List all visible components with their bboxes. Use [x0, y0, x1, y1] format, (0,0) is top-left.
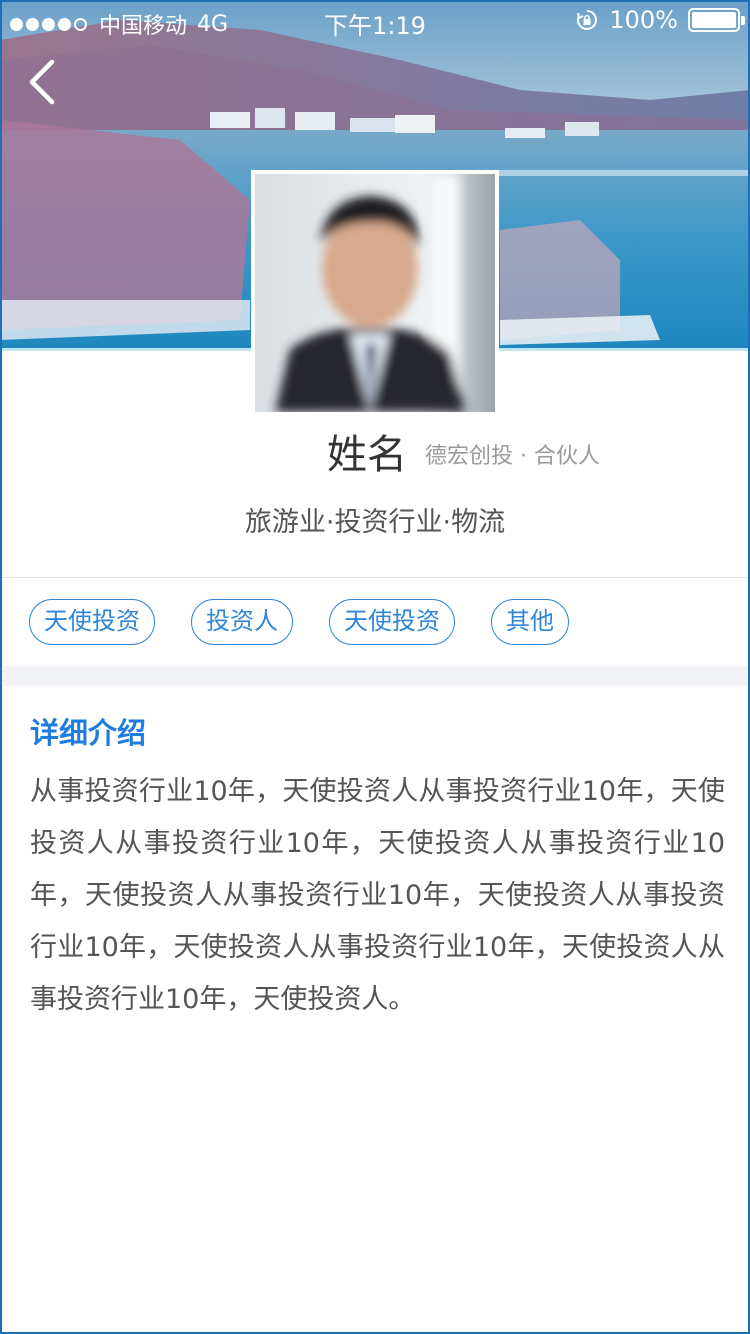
tag-item[interactable]: 其他	[491, 599, 569, 645]
back-button[interactable]	[22, 56, 66, 108]
tag-list: 天使投资 投资人 天使投资 其他	[29, 599, 569, 645]
section-separator	[0, 666, 750, 686]
avatar	[251, 170, 499, 416]
status-right: 100%	[575, 6, 745, 34]
tag-item[interactable]: 天使投资	[329, 599, 455, 645]
battery-percent: 100%	[609, 6, 678, 34]
chevron-left-icon	[29, 59, 55, 105]
name-line: 姓名 德宏创投 · 合伙人	[0, 422, 750, 478]
profile-org: 德宏创投 · 合伙人	[425, 444, 600, 469]
battery-icon	[688, 8, 745, 32]
profile-industries: 旅游业·投资行业·物流	[244, 507, 506, 538]
tag-item[interactable]: 投资人	[191, 599, 293, 645]
detail-title: 详细介绍	[30, 716, 147, 750]
detail-body: 从事投资行业10年，天使投资人从事投资行业10年，天使投资人从事投资行业10年，…	[30, 776, 725, 1015]
rotation-lock-icon	[577, 10, 598, 30]
tag-item[interactable]: 天使投资	[29, 599, 155, 645]
divider	[0, 577, 750, 578]
profile-name: 姓名	[327, 432, 407, 478]
avatar-photo	[255, 174, 495, 412]
status-bar: 中国移动 4G 下午1:19 100%	[0, 0, 750, 40]
